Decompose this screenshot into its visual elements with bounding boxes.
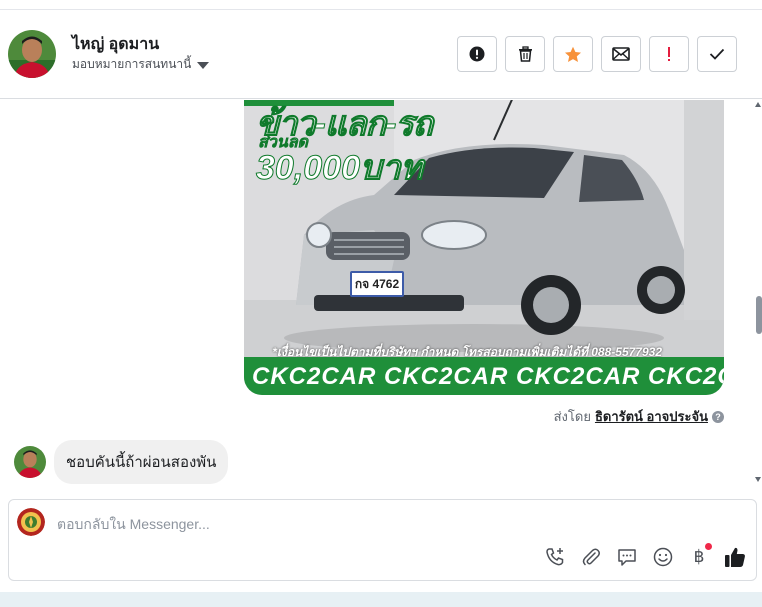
- thread-scrollbar[interactable]: [754, 100, 762, 490]
- ad-band-text: CKC2CAR CKC2CAR CKC2CAR CKC2CAR CKC2CAR …: [252, 363, 724, 390]
- star-icon: [565, 46, 581, 62]
- star-button[interactable]: [553, 36, 593, 72]
- attach-button[interactable]: [580, 546, 602, 568]
- ad-image-attachment[interactable]: ข้าว-แลก-รถ ส่วนลด 30,000บาท กจ 4762 *เง…: [244, 100, 724, 395]
- message-thread[interactable]: ข้าว-แลก-รถ ส่วนลด 30,000บาท กจ 4762 *เง…: [0, 100, 762, 490]
- ad-brand-band: CKC2CAR CKC2CAR CKC2CAR CKC2CAR CKC2CAR …: [244, 357, 724, 395]
- chat-bubble-icon: [618, 549, 636, 566]
- caret-down-icon: [197, 62, 210, 69]
- conversation-header: ไหญ่ อุดมาน มอบหมายการสนทนานี้: [0, 10, 762, 99]
- contact-name[interactable]: ไหญ่ อุดมาน: [72, 32, 159, 57]
- sender-link[interactable]: ธิดารัตน์ อาจประจัน: [595, 406, 708, 427]
- scroll-up-arrow-icon[interactable]: [755, 102, 761, 107]
- paperclip-icon: [582, 548, 600, 566]
- saved-replies-button[interactable]: [616, 546, 638, 568]
- follow-up-button[interactable]: [649, 36, 689, 72]
- baht-icon: ฿: [693, 547, 705, 566]
- exclamation-icon: [668, 47, 670, 61]
- phone-plus-icon: [546, 548, 564, 566]
- check-icon: [709, 48, 725, 60]
- sent-by-prefix: ส่งโดย: [553, 409, 591, 424]
- reply-composer: ฿: [8, 499, 757, 581]
- ad-discount-amount: 30,000บาท: [255, 149, 424, 188]
- payment-button[interactable]: ฿: [688, 543, 712, 568]
- scroll-thumb[interactable]: [756, 296, 762, 334]
- conversation-actions: [457, 36, 737, 72]
- call-button[interactable]: [544, 546, 566, 568]
- report-spam-button[interactable]: [457, 36, 497, 72]
- delete-button[interactable]: [505, 36, 545, 72]
- help-icon[interactable]: ?: [712, 410, 724, 423]
- composer-toolbar: ฿: [544, 543, 746, 568]
- reply-input[interactable]: [57, 514, 737, 534]
- sender-avatar[interactable]: [14, 446, 46, 478]
- trash-icon: [518, 46, 532, 62]
- assign-label: มอบหมายการสนทนานี้: [72, 57, 192, 71]
- incoming-message: ชอบคันนี้ถ้าผ่อนสองพัน: [14, 440, 229, 484]
- assign-conversation-dropdown[interactable]: มอบหมายการสนทนานี้: [72, 55, 210, 74]
- emoji-button[interactable]: [652, 546, 674, 568]
- notification-dot: [705, 543, 712, 550]
- like-button[interactable]: [724, 546, 746, 568]
- mark-unread-button[interactable]: [601, 36, 641, 72]
- bottom-panel-edge: [0, 592, 762, 607]
- thumbs-up-icon: [725, 547, 745, 567]
- page-avatar: [17, 508, 45, 536]
- smiley-icon: [653, 547, 673, 567]
- sent-by-label: ส่งโดย ธิดารัตน์ อาจประจัน ?: [554, 406, 724, 427]
- envelope-icon: [612, 47, 630, 61]
- message-bubble[interactable]: ชอบคันนี้ถ้าผ่อนสองพัน: [54, 440, 229, 484]
- contact-avatar[interactable]: [8, 30, 56, 78]
- license-plate: กจ 4762: [350, 271, 404, 297]
- scroll-down-arrow-icon[interactable]: [755, 477, 761, 482]
- mark-done-button[interactable]: [697, 36, 737, 72]
- alert-circle-icon: [469, 46, 485, 62]
